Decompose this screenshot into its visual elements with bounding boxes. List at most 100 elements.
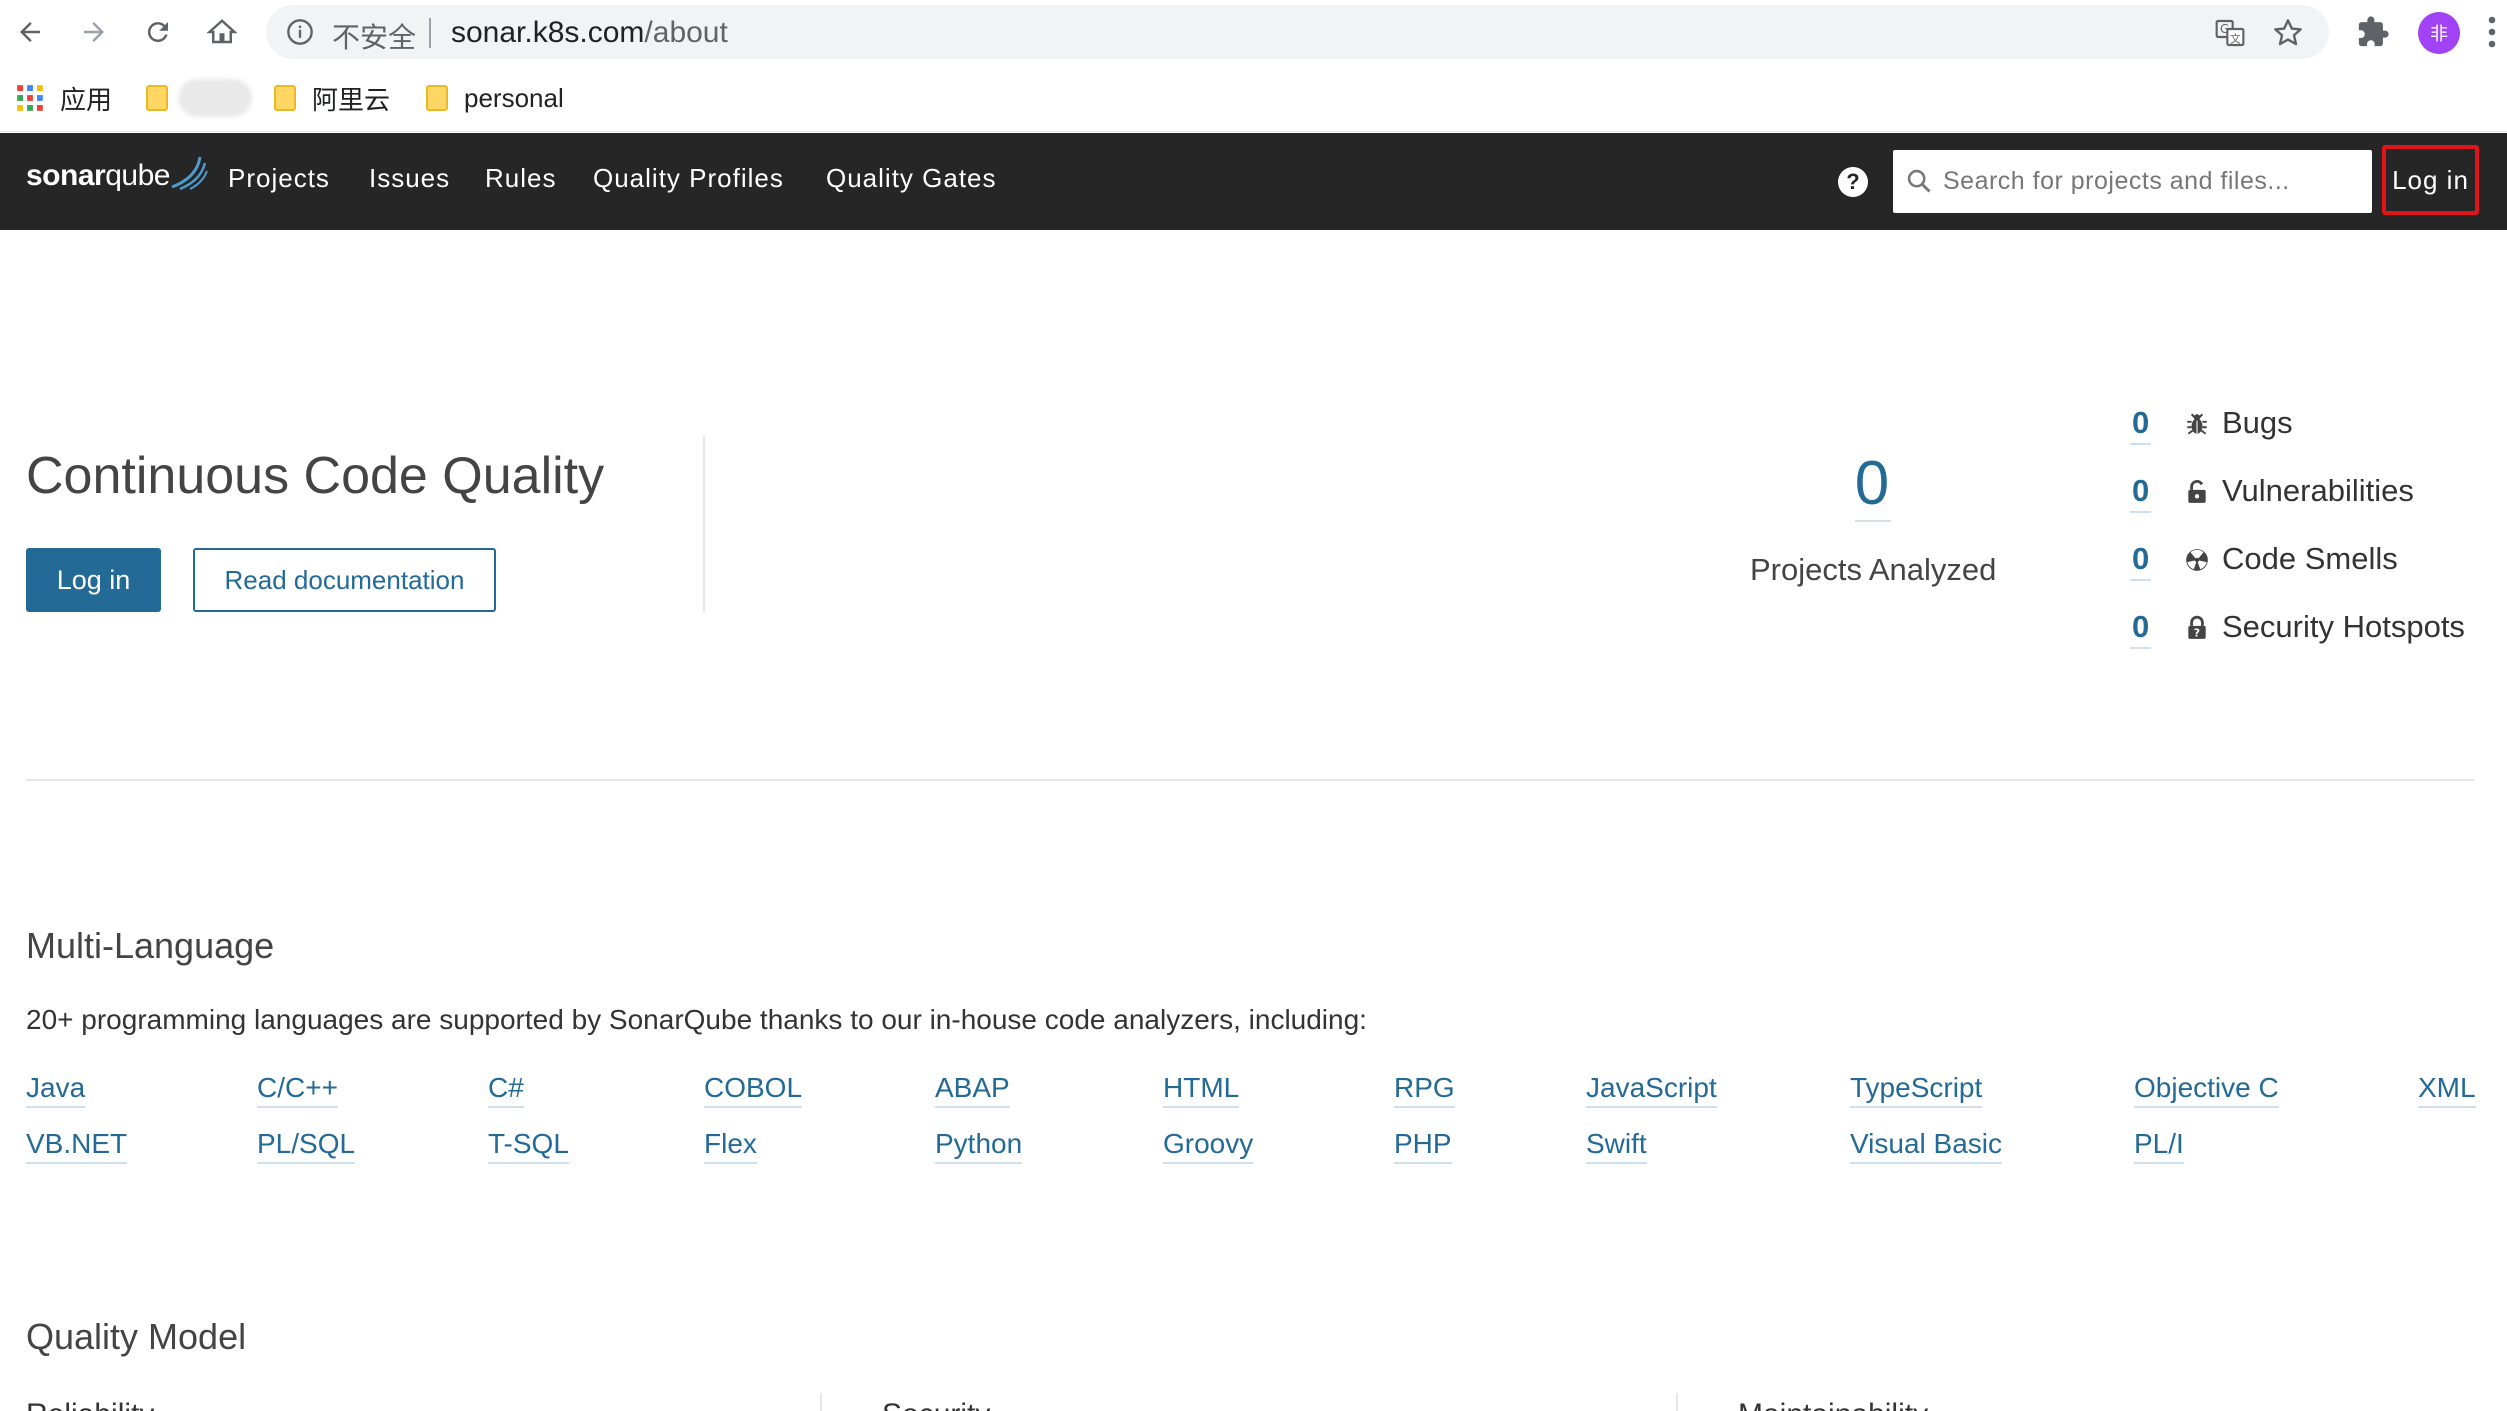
projects-count[interactable]: 0 bbox=[1822, 448, 1922, 519]
security-hotspot-icon: ? bbox=[2188, 615, 2206, 640]
lang-link-php[interactable]: PHP bbox=[1394, 1126, 1452, 1164]
lang-link-plsql[interactable]: PL/SQL bbox=[257, 1126, 356, 1164]
bookmark-folder-blurred[interactable] bbox=[146, 78, 252, 118]
lang-link-abap[interactable]: ABAP bbox=[935, 1070, 1010, 1108]
arrow-left-icon bbox=[20, 22, 40, 42]
lang-link-xml[interactable]: XML bbox=[2418, 1070, 2476, 1108]
info-icon[interactable] bbox=[286, 18, 314, 46]
omnibox-separator bbox=[429, 18, 431, 48]
folder-icon bbox=[274, 85, 296, 111]
quality-model-maintainability: Maintainability bbox=[1738, 1398, 1928, 1411]
multi-language-description: 20+ programming languages are supported … bbox=[26, 1004, 1367, 1035]
lang-link-visual-basic[interactable]: Visual Basic bbox=[1850, 1126, 2003, 1164]
sonarqube-logo[interactable]: sonar qube bbox=[26, 156, 208, 203]
logo-text-qube: qube bbox=[105, 159, 170, 192]
metric-vulnerabilities: 0 Vulnerabilities bbox=[2128, 473, 2507, 517]
translate-icon[interactable]: G文 bbox=[2214, 17, 2246, 49]
code-smells-label: Code Smells bbox=[2222, 541, 2398, 576]
lang-link-cobol[interactable]: COBOL bbox=[704, 1070, 803, 1108]
bookmark-folder-personal[interactable]: personal bbox=[426, 78, 564, 118]
lang-link-python[interactable]: Python bbox=[935, 1126, 1023, 1164]
help-icon[interactable]: ? bbox=[1838, 167, 1868, 197]
projects-count-underline bbox=[1855, 520, 1891, 522]
nav-rules[interactable]: Rules bbox=[485, 163, 556, 194]
apps-grid-icon bbox=[17, 85, 43, 111]
nav-projects[interactable]: Projects bbox=[228, 163, 330, 194]
multi-language-title: Multi-Language bbox=[26, 925, 275, 966]
lang-link-vbnet[interactable]: VB.NET bbox=[26, 1126, 128, 1164]
section-divider bbox=[26, 779, 2474, 781]
quality-model-reliability: Reliability bbox=[26, 1398, 154, 1411]
profile-avatar[interactable]: 非 bbox=[2418, 12, 2460, 54]
lang-link-typescript[interactable]: TypeScript bbox=[1850, 1070, 1983, 1108]
star-icon[interactable] bbox=[2272, 17, 2304, 49]
metric-bugs: 0 Bugs bbox=[2128, 405, 2507, 449]
address-bar[interactable]: 不安全 sonar.k8s.com/about G文 bbox=[266, 5, 2329, 59]
lang-link-html[interactable]: HTML bbox=[1163, 1070, 1240, 1108]
login-button[interactable]: Log in bbox=[26, 548, 161, 612]
lang-link-swift[interactable]: Swift bbox=[1586, 1126, 1647, 1164]
lock-icon bbox=[2188, 479, 2206, 503]
url-path: /about bbox=[644, 16, 728, 49]
quality-model-security: Security bbox=[882, 1398, 990, 1411]
quality-model-divider bbox=[1676, 1393, 1678, 1411]
lang-link-java[interactable]: Java bbox=[26, 1070, 86, 1108]
back-button[interactable] bbox=[10, 12, 50, 52]
nav-issues[interactable]: Issues bbox=[369, 163, 450, 194]
quality-model-divider bbox=[820, 1393, 822, 1411]
arrow-right-icon bbox=[84, 22, 104, 42]
bookmark-aliyun-label: 阿里云 bbox=[312, 84, 391, 115]
metric-code-smells: 0 Code Smells bbox=[2128, 541, 2507, 585]
vulnerabilities-label: Vulnerabilities bbox=[2222, 473, 2414, 508]
sonarqube-navbar: sonar qube Projects Issues Rules Quality … bbox=[0, 133, 2507, 230]
browser-toolbar: 不安全 sonar.k8s.com/about G文 非 bbox=[0, 0, 2507, 64]
home-button[interactable] bbox=[202, 12, 242, 52]
security-hotspots-count[interactable]: 0 bbox=[2129, 609, 2152, 649]
reload-button[interactable] bbox=[138, 12, 178, 52]
bookmark-personal-label: personal bbox=[464, 82, 564, 113]
code-smell-icon bbox=[2186, 549, 2208, 571]
search-icon bbox=[1907, 169, 1931, 193]
lang-link-flex[interactable]: Flex bbox=[704, 1126, 757, 1164]
bugs-label: Bugs bbox=[2222, 405, 2293, 440]
metric-security-hotspots: 0 ? Security Hotspots bbox=[2128, 609, 2507, 653]
nav-quality-gates[interactable]: Quality Gates bbox=[826, 163, 997, 194]
logo-text-sonar: sonar bbox=[26, 159, 106, 192]
projects-analyzed-label: Projects Analyzed bbox=[1750, 552, 1997, 587]
read-documentation-button[interactable]: Read documentation bbox=[193, 548, 496, 612]
insecure-label[interactable]: 不安全 bbox=[332, 16, 416, 56]
code-smells-count[interactable]: 0 bbox=[2129, 541, 2152, 581]
search-box[interactable] bbox=[1893, 150, 2372, 213]
folder-icon bbox=[426, 85, 448, 111]
lang-link-objective-c[interactable]: Objective C bbox=[2134, 1070, 2279, 1108]
extensions-puzzle-icon[interactable] bbox=[2356, 15, 2390, 49]
nav-login-link[interactable]: Log in bbox=[2382, 145, 2479, 215]
lang-link-pli[interactable]: PL/I bbox=[2134, 1126, 2184, 1164]
reload-icon bbox=[147, 22, 168, 43]
lang-link-javascript[interactable]: JavaScript bbox=[1586, 1070, 1717, 1108]
nav-quality-profiles[interactable]: Quality Profiles bbox=[593, 163, 784, 194]
bookmark-apps-label: 应用 bbox=[60, 84, 113, 115]
page-title: Continuous Code Quality bbox=[26, 447, 605, 505]
kebab-menu-icon[interactable] bbox=[2486, 14, 2498, 50]
bugs-count[interactable]: 0 bbox=[2129, 405, 2152, 445]
bookmark-folder-aliyun[interactable]: 阿里云 bbox=[274, 78, 390, 118]
hero-divider bbox=[703, 436, 705, 612]
home-icon bbox=[207, 19, 237, 44]
forward-button[interactable] bbox=[74, 12, 114, 52]
quality-model-title: Quality Model bbox=[26, 1316, 247, 1357]
lang-link-rpg[interactable]: RPG bbox=[1394, 1070, 1455, 1108]
nav-login-label: Log in bbox=[2392, 164, 2469, 195]
lang-link-tsql[interactable]: T-SQL bbox=[488, 1126, 569, 1164]
svg-text:文: 文 bbox=[2230, 32, 2241, 45]
bookmark-apps[interactable]: 应用 bbox=[16, 78, 112, 118]
sonar-waves-icon bbox=[171, 156, 208, 191]
search-input[interactable] bbox=[1943, 150, 2363, 213]
lang-link-cpp[interactable]: C/C++ bbox=[257, 1070, 338, 1108]
security-hotspots-label: Security Hotspots bbox=[2222, 609, 2465, 644]
url-text[interactable]: sonar.k8s.com/about bbox=[451, 16, 728, 50]
vulnerabilities-count[interactable]: 0 bbox=[2129, 473, 2152, 513]
lang-link-csharp[interactable]: C# bbox=[488, 1070, 524, 1108]
bug-icon bbox=[2187, 413, 2207, 435]
lang-link-groovy[interactable]: Groovy bbox=[1163, 1126, 1254, 1164]
